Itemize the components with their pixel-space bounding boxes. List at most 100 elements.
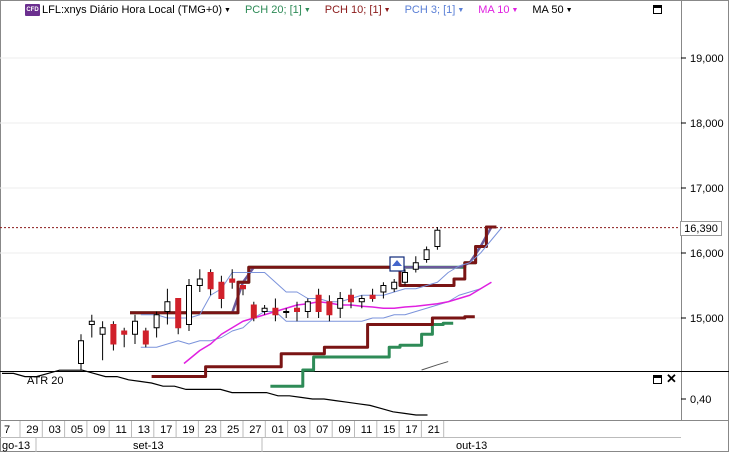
day-label: 13 bbox=[138, 424, 150, 436]
day-label: 01 bbox=[272, 424, 284, 436]
candle-body bbox=[348, 294, 354, 303]
candle-body bbox=[153, 314, 160, 329]
day-label: 27 bbox=[249, 424, 261, 436]
candle-body bbox=[110, 324, 117, 345]
legend-pch20-label: PCH 20; [1] bbox=[244, 4, 302, 16]
candle-body bbox=[121, 330, 128, 335]
candle-body bbox=[207, 272, 214, 290]
current-price-tag: 16,390 bbox=[680, 221, 722, 236]
candle-body bbox=[99, 327, 106, 335]
dropdown-arrow-icon: ▼ bbox=[565, 6, 573, 14]
time-axis[interactable]: 7 29 03 05 09 11 13 17 19 23 25 27 01 03 07 09 11 15 17 21 g… bbox=[2, 421, 487, 452]
pch3-channel bbox=[140, 226, 503, 348]
day-label: 29 bbox=[26, 424, 38, 436]
day-label: 17 bbox=[160, 424, 172, 436]
maximize-icon[interactable] bbox=[653, 375, 662, 384]
symbol-title[interactable]: LFL:xnys Diário Hora Local (TMG+0) ▼ bbox=[42, 4, 231, 16]
atr-panel: 0,40 bbox=[2, 369, 711, 416]
candle-body bbox=[142, 330, 149, 345]
dropdown-arrow-icon: ▼ bbox=[511, 6, 519, 14]
price-tick-label: 16,000 bbox=[690, 248, 724, 260]
dropdown-arrow-icon: ▼ bbox=[457, 6, 465, 14]
legend-ma50[interactable]: MA 50 ▼ bbox=[532, 4, 572, 16]
candle-body bbox=[412, 262, 419, 270]
pch3_lower-line bbox=[140, 281, 492, 348]
candle-body bbox=[164, 301, 171, 312]
atr-line bbox=[2, 369, 428, 416]
chart-legend[interactable]: LFL:xnys Diário Hora Local (TMG+0) ▼ PCH … bbox=[24, 2, 587, 18]
candle-body bbox=[315, 294, 322, 312]
day-label: 05 bbox=[71, 424, 83, 436]
candle-body bbox=[261, 307, 268, 312]
candle-body bbox=[294, 307, 300, 312]
candle-body bbox=[196, 278, 203, 286]
candle-body bbox=[402, 272, 408, 283]
legend-ma10[interactable]: MA 10 ▼ bbox=[478, 4, 518, 16]
month-label: set-13 bbox=[133, 440, 164, 452]
dropdown-arrow-icon: ▼ bbox=[383, 6, 391, 14]
day-label: 09 bbox=[93, 424, 105, 436]
legend-pch3-label: PCH 3; [1] bbox=[404, 4, 456, 16]
day-label: 07 bbox=[316, 424, 328, 436]
month-label: go-13 bbox=[2, 440, 30, 452]
legend-pch3[interactable]: PCH 3; [1] ▼ bbox=[405, 4, 465, 16]
price-axis[interactable]: 19,000 18,000 17,000 16,000 15,000 bbox=[681, 53, 724, 325]
day-label: 03 bbox=[49, 424, 61, 436]
candle-body bbox=[304, 301, 311, 312]
legend-ma50-label: MA 50 bbox=[532, 4, 564, 16]
ma50-line bbox=[421, 361, 449, 371]
legend-pch10[interactable]: PCH 10; [1] ▼ bbox=[325, 4, 391, 16]
candle-body bbox=[369, 294, 376, 299]
candle-body bbox=[423, 249, 430, 260]
day-label: 21 bbox=[428, 424, 440, 436]
day-label: 23 bbox=[205, 424, 217, 436]
candle-body bbox=[240, 285, 246, 290]
candle-body bbox=[283, 311, 290, 313]
dropdown-arrow-icon: ▼ bbox=[303, 6, 311, 14]
symbol-label: LFL:xnys Diário Hora Local (TMG+0) bbox=[42, 4, 223, 16]
candle-body bbox=[326, 301, 333, 316]
day-label: 25 bbox=[227, 424, 239, 436]
candle-body bbox=[78, 340, 84, 364]
legend-pch20[interactable]: PCH 20; [1] ▼ bbox=[245, 4, 311, 16]
day-label: 11 bbox=[116, 424, 127, 436]
candle-body bbox=[358, 298, 365, 303]
pch10-channel bbox=[130, 225, 497, 378]
candle-body bbox=[250, 304, 257, 319]
day-label: 03 bbox=[294, 424, 306, 436]
day-label: 19 bbox=[182, 424, 194, 436]
candles[interactable] bbox=[78, 227, 441, 370]
candle-body bbox=[337, 298, 344, 309]
candle-body bbox=[88, 320, 95, 325]
day-label: 15 bbox=[383, 424, 395, 436]
price-tick-label: 19,000 bbox=[690, 53, 724, 65]
candle-body bbox=[272, 307, 279, 316]
month-label: out-13 bbox=[456, 440, 487, 452]
candle-body bbox=[132, 320, 138, 335]
maximize-icon[interactable] bbox=[653, 5, 662, 14]
pch10_upper-line bbox=[130, 225, 497, 315]
pch20_upper-line bbox=[130, 225, 497, 315]
price-tick-label: 17,000 bbox=[690, 183, 724, 195]
dropdown-arrow-icon: ▼ bbox=[224, 6, 231, 14]
atr-axis-label: 0,40 bbox=[690, 394, 711, 406]
candle-body bbox=[175, 298, 182, 329]
atr-label: ATR 20 bbox=[27, 375, 64, 387]
candle-body bbox=[434, 229, 441, 247]
candle-body bbox=[380, 285, 387, 293]
day-label: 09 bbox=[339, 424, 351, 436]
candle-body bbox=[391, 281, 398, 290]
candle-body bbox=[186, 285, 192, 325]
price-tick-label: 15,000 bbox=[690, 313, 724, 325]
close-icon[interactable]: ✕ bbox=[666, 372, 677, 385]
day-label: 17 bbox=[405, 424, 417, 436]
day-label: 11 bbox=[361, 424, 372, 436]
chart-frame bbox=[0, 0, 729, 452]
chart-area[interactable]: 19,000 18,000 17,000 16,000 15,000 0,40 7 29 0… bbox=[0, 0, 729, 452]
candle-body bbox=[218, 281, 225, 299]
grid-lines bbox=[0, 57, 681, 319]
price-tick-label: 18,000 bbox=[690, 118, 724, 130]
signal-marker[interactable] bbox=[389, 256, 405, 272]
candle-body bbox=[229, 278, 236, 283]
day-label: 7 bbox=[4, 424, 10, 436]
